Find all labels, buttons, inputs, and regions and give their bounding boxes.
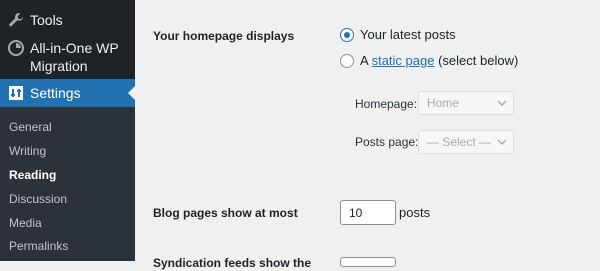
blog-pages-label: Blog pages show at most xyxy=(153,206,298,220)
homepage-displays-label: Your homepage displays xyxy=(153,29,295,43)
submenu-item-general[interactable]: General xyxy=(9,119,52,135)
radio-static-page-label[interactable]: A static page (select below) xyxy=(360,53,518,69)
radio-latest-posts[interactable] xyxy=(340,28,354,42)
menu-item-tools[interactable]: Tools xyxy=(0,11,135,31)
homepage-select-label: Homepage: xyxy=(355,97,418,111)
menu-label-tools: Tools xyxy=(30,12,63,28)
menu-label-settings: Settings xyxy=(30,85,81,101)
submenu-item-permalinks[interactable]: Permalinks xyxy=(9,238,68,254)
posts-per-page-input[interactable] xyxy=(340,200,396,225)
posts-page-select[interactable]: — Select — xyxy=(418,130,514,154)
static-suffix: (select below) xyxy=(438,53,519,68)
static-prefix: A xyxy=(360,53,368,68)
feed-items-input[interactable] xyxy=(340,257,396,267)
submenu-item-writing[interactable]: Writing xyxy=(9,143,46,159)
radio-static-page[interactable] xyxy=(340,54,354,68)
migration-icon xyxy=(8,40,24,56)
current-menu-arrow xyxy=(128,86,135,100)
settings-submenu: General Writing Reading Discussion Media… xyxy=(0,107,135,261)
menu-label-aio: All-in-One WP Migration xyxy=(30,40,119,74)
static-page-link[interactable]: static page xyxy=(372,53,435,68)
menu-item-all-in-one-wp-migration[interactable]: All-in-One WP Migration xyxy=(0,38,135,78)
homepage-select[interactable]: Home xyxy=(418,91,514,115)
chevron-down-icon xyxy=(497,139,507,146)
homepage-select-value: Home xyxy=(427,96,460,110)
submenu-item-media[interactable]: Media xyxy=(9,215,42,231)
radio-latest-posts-label[interactable]: Your latest posts xyxy=(360,27,456,43)
posts-page-select-value: — Select — xyxy=(427,135,492,149)
menu-item-settings[interactable]: Settings xyxy=(0,79,135,107)
wrench-icon xyxy=(9,13,23,27)
posts-page-select-label: Posts page: xyxy=(355,135,419,149)
syndication-feeds-label: Syndication feeds show the xyxy=(153,256,312,270)
posts-unit-label: posts xyxy=(399,205,431,220)
submenu-item-discussion[interactable]: Discussion xyxy=(9,191,67,207)
chevron-down-icon xyxy=(497,100,507,107)
admin-sidebar: Tools All-in-One WP Migration Settings G… xyxy=(0,0,135,261)
reading-settings-form: Your homepage displays Your latest posts… xyxy=(135,0,600,270)
settings-icon xyxy=(9,86,23,100)
submenu-item-reading[interactable]: Reading xyxy=(9,167,56,183)
